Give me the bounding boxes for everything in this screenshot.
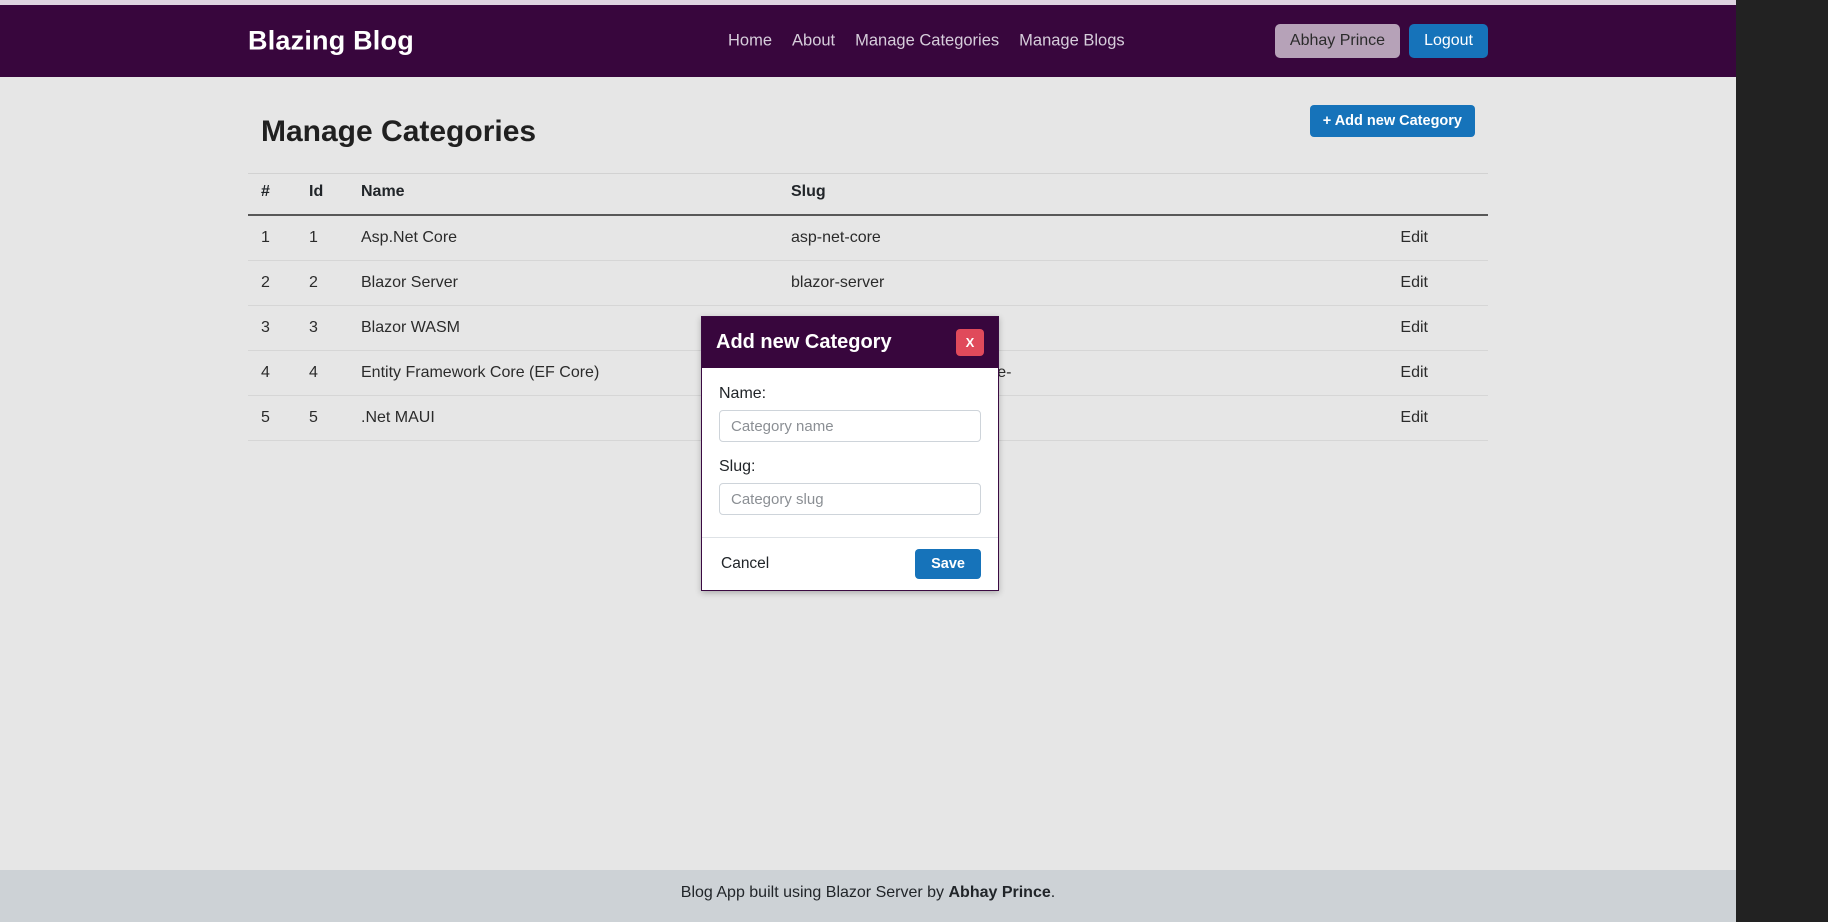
nav-links: Home About Manage Categories Manage Blog… — [728, 32, 1125, 51]
cell-num: 3 — [248, 305, 296, 351]
cancel-button[interactable]: Cancel — [719, 551, 771, 577]
modal-header: Add new Category X — [702, 317, 998, 368]
edit-link[interactable]: Edit — [1400, 364, 1428, 381]
browser-outside-area — [1736, 0, 1828, 922]
modal-body: Name: Slug: — [702, 368, 998, 537]
category-name-input[interactable] — [719, 410, 981, 442]
slug-label: Slug: — [719, 458, 756, 475]
cell-num: 1 — [248, 215, 296, 261]
close-icon[interactable]: X — [956, 329, 984, 356]
header-id: Id — [296, 173, 348, 216]
cell-id: 1 — [296, 215, 348, 261]
cell-num: 4 — [248, 350, 296, 396]
cell-id: 5 — [296, 395, 348, 441]
name-label: Name: — [719, 385, 767, 402]
cell-action: Edit — [1248, 260, 1488, 306]
nav-link-manage-categories[interactable]: Manage Categories — [855, 32, 999, 51]
edit-link[interactable]: Edit — [1400, 409, 1428, 426]
nav-actions: Abhay Prince Logout — [1274, 24, 1488, 58]
top-navbar: Blazing Blog Home About Manage Categorie… — [0, 5, 1736, 77]
page-footer: Blog App built using Blazor Server by Ab… — [0, 870, 1736, 922]
cell-action: Edit — [1248, 305, 1488, 351]
save-button[interactable]: Save — [915, 549, 981, 579]
cell-id: 2 — [296, 260, 348, 306]
logout-button[interactable]: Logout — [1409, 24, 1488, 58]
table-header-row: # Id Name Slug — [248, 173, 1488, 216]
category-slug-input[interactable] — [719, 483, 981, 515]
footer-author: Abhay Prince — [948, 884, 1051, 901]
slug-form-group: Slug: — [719, 458, 981, 515]
user-name-button[interactable]: Abhay Prince — [1274, 24, 1401, 58]
table-head: # Id Name Slug — [248, 173, 1488, 216]
cell-num: 5 — [248, 395, 296, 441]
cell-name: Asp.Net Core — [348, 215, 778, 261]
cell-id: 3 — [296, 305, 348, 351]
navbar-inner: Blazing Blog Home About Manage Categorie… — [248, 5, 1488, 77]
nav-link-manage-blogs[interactable]: Manage Blogs — [1019, 32, 1125, 51]
add-new-category-button[interactable]: + Add new Category — [1309, 105, 1475, 137]
add-category-modal: Add new Category X Name: Slug: Cancel Sa… — [701, 316, 999, 591]
header-name: Name — [348, 173, 778, 216]
header-num: # — [248, 173, 296, 216]
footer-text-after: . — [1050, 884, 1056, 901]
edit-link[interactable]: Edit — [1400, 274, 1428, 291]
header-slug: Slug — [778, 173, 1248, 216]
brand-link[interactable]: Blazing Blog — [248, 26, 414, 57]
browser-viewport: Blazing Blog Home About Manage Categorie… — [0, 0, 1736, 922]
footer-text-before: Blog App built using Blazor Server by — [680, 884, 949, 901]
nav-link-about[interactable]: About — [792, 32, 835, 51]
table-row: 1 1 Asp.Net Core asp-net-core Edit — [248, 215, 1488, 261]
cell-action: Edit — [1248, 215, 1488, 261]
modal-title: Add new Category — [716, 331, 892, 353]
cell-action: Edit — [1248, 350, 1488, 396]
cell-name: Blazor Server — [348, 260, 778, 306]
cell-id: 4 — [296, 350, 348, 396]
name-form-group: Name: — [719, 385, 981, 442]
table-row: 2 2 Blazor Server blazor-server Edit — [248, 260, 1488, 306]
header-action — [1248, 173, 1488, 216]
modal-footer: Cancel Save — [702, 537, 998, 590]
cell-slug: blazor-server — [778, 260, 1248, 306]
page-header: Manage Categories + Add new Category — [248, 77, 1488, 149]
cell-num: 2 — [248, 260, 296, 306]
page-title: Manage Categories — [261, 115, 537, 149]
cell-slug: asp-net-core — [778, 215, 1248, 261]
edit-link[interactable]: Edit — [1400, 229, 1428, 246]
nav-link-home[interactable]: Home — [728, 32, 772, 51]
cell-action: Edit — [1248, 395, 1488, 441]
edit-link[interactable]: Edit — [1400, 319, 1428, 336]
